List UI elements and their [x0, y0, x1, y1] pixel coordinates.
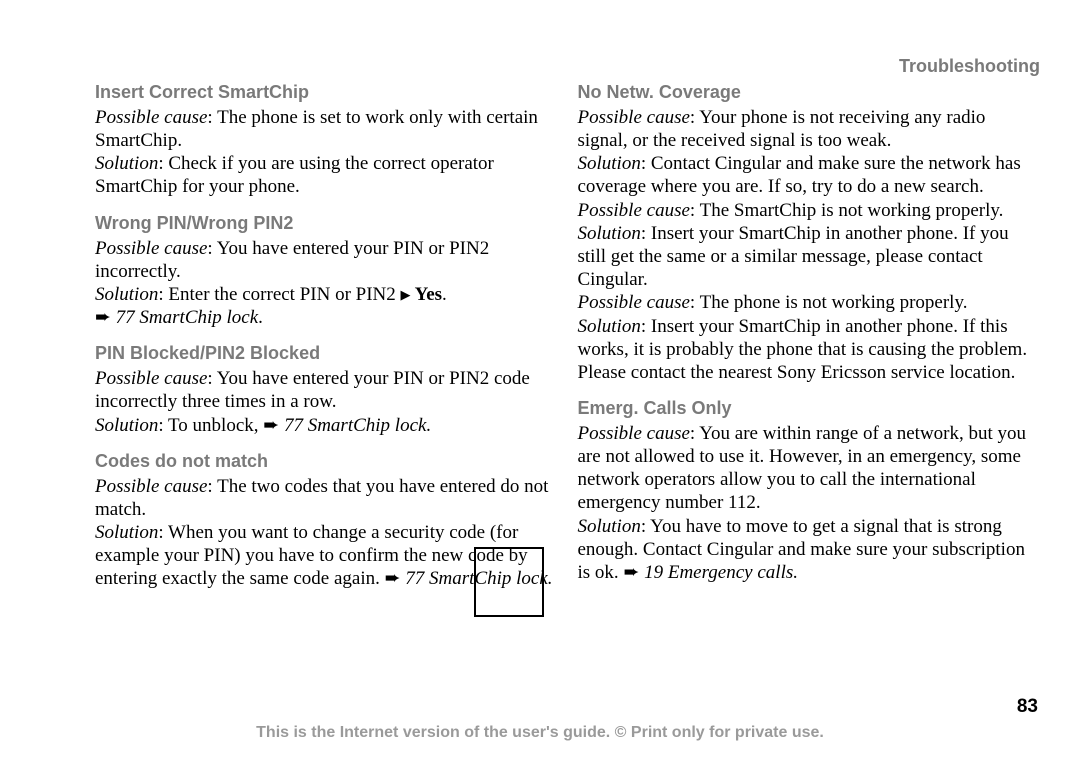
- section-title: Insert Correct SmartChip: [95, 82, 558, 104]
- page-number: 83: [1017, 696, 1038, 718]
- paragraph: Solution: Enter the correct PIN or PIN2 …: [95, 283, 558, 329]
- left-column: Insert Correct SmartChip Possible cause:…: [95, 82, 558, 591]
- paragraph: Possible cause: You have entered your PI…: [95, 237, 558, 283]
- solution-label: Solution: [578, 516, 641, 537]
- cause-label: Possible cause: [578, 200, 690, 221]
- paragraph: Possible cause: Your phone is not receiv…: [578, 106, 1041, 152]
- paragraph: Solution: You have to move to get a sign…: [578, 515, 1041, 585]
- solution-label: Solution: [95, 153, 158, 174]
- cause-text: : The phone is not working properly.: [690, 292, 968, 313]
- paragraph: Possible cause: You have entered your PI…: [95, 367, 558, 413]
- reference-text: 77 SmartChip lock.: [279, 415, 431, 436]
- paragraph: Possible cause: The SmartChip is not wor…: [578, 199, 1041, 222]
- solution-label: Solution: [95, 415, 158, 436]
- reference-text: 77 SmartChip lock: [111, 307, 258, 328]
- paragraph: Solution: Insert your SmartChip in anoth…: [578, 222, 1041, 292]
- reference-text: 19 Emergency calls.: [639, 562, 798, 583]
- paragraph: Solution: To unblock, ➨ 77 SmartChip loc…: [95, 414, 558, 437]
- cause-text: : The SmartChip is not working properly.: [690, 200, 1003, 221]
- solution-text: : Contact Cingular and make sure the net…: [578, 153, 1021, 197]
- cause-label: Possible cause: [578, 107, 690, 128]
- page-header: Troubleshooting: [899, 56, 1040, 77]
- triangle-icon: ▶: [401, 287, 411, 303]
- section-title: Wrong PIN/Wrong PIN2: [95, 213, 558, 235]
- arrow-icon: ➨: [95, 308, 111, 327]
- cause-label: Possible cause: [95, 368, 207, 389]
- solution-text: : Insert your SmartChip in another phone…: [578, 223, 1009, 290]
- section-title: No Netw. Coverage: [578, 82, 1041, 104]
- cause-label: Possible cause: [578, 292, 690, 313]
- paragraph: Possible cause: You are within range of …: [578, 422, 1041, 515]
- paragraph: Solution: Insert your SmartChip in anoth…: [578, 315, 1041, 385]
- solution-label: Solution: [95, 284, 158, 305]
- paragraph: Solution: Contact Cingular and make sure…: [578, 152, 1041, 198]
- solution-label: Solution: [578, 223, 641, 244]
- paragraph: Possible cause: The phone is not working…: [578, 291, 1041, 314]
- right-column: No Netw. Coverage Possible cause: Your p…: [578, 82, 1041, 591]
- solution-label: Solution: [95, 522, 158, 543]
- yes-text: Yes: [411, 284, 443, 305]
- arrow-icon: ➨: [263, 416, 279, 435]
- solution-label: Solution: [578, 316, 641, 337]
- paragraph: Possible cause: The phone is set to work…: [95, 106, 558, 152]
- solution-text: : To unblock,: [158, 415, 263, 436]
- period: .: [258, 307, 263, 328]
- solution-label: Solution: [578, 153, 641, 174]
- arrow-icon: ➨: [385, 569, 401, 588]
- cause-label: Possible cause: [95, 476, 207, 497]
- annotation-box: [474, 547, 544, 617]
- section-title: PIN Blocked/PIN2 Blocked: [95, 343, 558, 365]
- period: .: [442, 284, 447, 305]
- arrow-icon: ➨: [623, 563, 639, 582]
- solution-text: : Enter the correct PIN or PIN2: [158, 284, 400, 305]
- cause-label: Possible cause: [578, 423, 690, 444]
- paragraph: Possible cause: The two codes that you h…: [95, 475, 558, 521]
- section-title: Emerg. Calls Only: [578, 398, 1041, 420]
- cause-label: Possible cause: [95, 107, 207, 128]
- content-area: Insert Correct SmartChip Possible cause:…: [95, 82, 1040, 591]
- section-title: Codes do not match: [95, 451, 558, 473]
- cause-label: Possible cause: [95, 238, 207, 259]
- page-footer: This is the Internet version of the user…: [0, 724, 1080, 742]
- solution-text: : Insert your SmartChip in another phone…: [578, 316, 1028, 383]
- paragraph: Solution: Check if you are using the cor…: [95, 152, 558, 198]
